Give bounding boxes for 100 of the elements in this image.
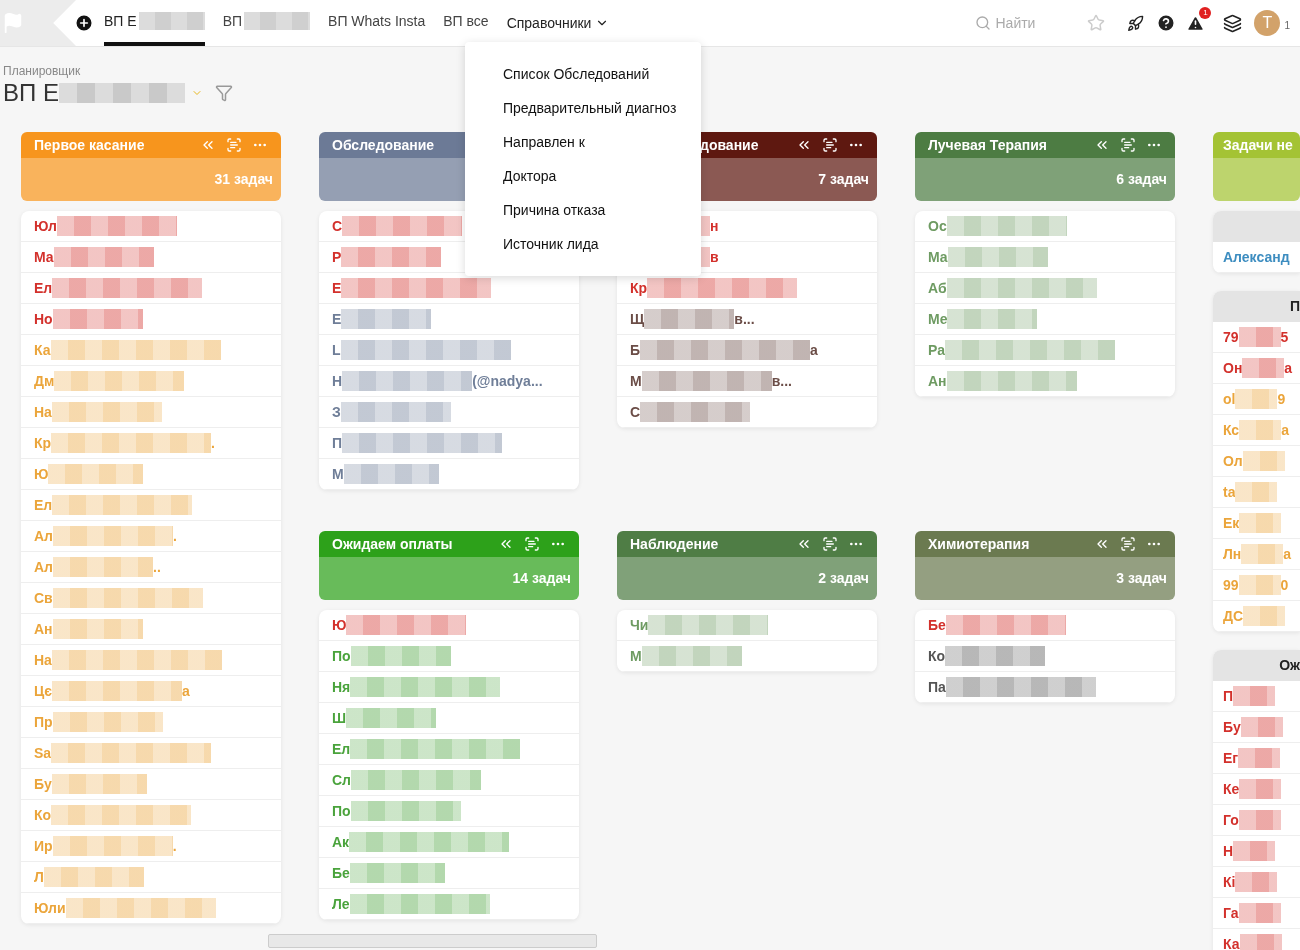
task-name[interactable]: Ш (332, 707, 347, 729)
task-name[interactable]: а (1284, 357, 1293, 379)
task-name[interactable]: М (630, 645, 642, 667)
task-name[interactable]: Бе (332, 862, 350, 884)
task-name[interactable]: . (172, 835, 177, 857)
task-name[interactable]: П (332, 432, 343, 454)
task-name[interactable]: 9 (1277, 388, 1286, 410)
task-name[interactable]: Ра (928, 339, 945, 361)
task-name[interactable]: З (332, 401, 341, 423)
task-name[interactable]: ta (1223, 481, 1236, 503)
help-icon[interactable] (1156, 13, 1177, 33)
task-name[interactable]: Ел (332, 738, 351, 760)
add-icon[interactable] (74, 13, 94, 33)
task-name[interactable]: в... (771, 370, 792, 392)
task-name[interactable]: 0 (1280, 574, 1289, 596)
task-name[interactable]: Ка (1223, 933, 1240, 950)
task-name[interactable]: М (630, 370, 642, 392)
task-name[interactable]: Па (928, 676, 946, 698)
menu-item[interactable]: Направлен к (465, 125, 701, 159)
task-name[interactable]: Кр (34, 432, 52, 454)
task-name[interactable]: Ме (928, 308, 948, 330)
task-name[interactable]: Ан (34, 618, 53, 640)
task-name[interactable]: Пр (34, 711, 53, 733)
task-name[interactable]: в (710, 246, 719, 268)
task-name[interactable]: Ю (34, 463, 49, 485)
task-name[interactable]: ДС (1223, 605, 1244, 627)
task-name[interactable]: 5 (1280, 326, 1289, 348)
task-name[interactable]: Кс (1223, 419, 1240, 441)
task-name[interactable]: . (173, 525, 177, 547)
task-name[interactable]: Ал (34, 525, 53, 547)
task-name[interactable]: Бу (1223, 716, 1241, 738)
task-name[interactable]: Он (1223, 357, 1243, 379)
tab[interactable]: ВП все (443, 0, 489, 46)
task-name[interactable]: а (181, 680, 190, 702)
task-name[interactable]: Щ (630, 308, 645, 330)
task-name[interactable]: Ир (34, 835, 53, 857)
task-name[interactable]: По (332, 800, 351, 822)
task-name[interactable]: Ке (1223, 778, 1240, 800)
task-name[interactable]: Ег (1223, 747, 1239, 769)
task-name[interactable]: Ек (1223, 512, 1240, 534)
task-name[interactable]: Ко (928, 645, 946, 667)
task-name[interactable]: Ал (34, 556, 53, 578)
task-name[interactable]: . (211, 432, 215, 454)
task-name[interactable]: Ма (34, 246, 54, 268)
task-name[interactable]: Го (1223, 809, 1239, 831)
task-name[interactable]: Бе (928, 614, 946, 636)
task-name[interactable]: в... (734, 308, 755, 330)
task-name[interactable]: М (332, 463, 344, 485)
task-name[interactable]: С (630, 401, 641, 423)
task-name[interactable]: 79 (1223, 326, 1239, 348)
task-name[interactable]: Но (34, 308, 53, 330)
menu-button[interactable]: Справочники (506, 0, 610, 46)
task-name[interactable]: Ел (34, 494, 53, 516)
menu-item[interactable]: Список Обследований (465, 57, 701, 91)
task-name[interactable]: Юли (34, 897, 66, 919)
task-name[interactable]: Кр (630, 277, 648, 299)
task-name[interactable]: Юл (34, 215, 57, 237)
task-name[interactable]: Е (332, 308, 342, 330)
task-name[interactable]: Ол (1223, 450, 1243, 472)
search-field[interactable]: Найти (975, 12, 1036, 34)
star-icon[interactable] (1087, 14, 1106, 32)
task-name[interactable]: а (1281, 419, 1289, 441)
task-name[interactable]: Ле (332, 893, 350, 915)
scan-icon[interactable] (822, 137, 838, 153)
task-name[interactable]: Цє (34, 680, 52, 702)
task-name[interactable]: L (332, 339, 341, 361)
task-name[interactable]: На (34, 649, 52, 671)
menu-item[interactable]: Источник лида (465, 227, 701, 261)
avatar[interactable]: T (1254, 10, 1281, 36)
task-name[interactable]: Ко (34, 804, 52, 826)
task-name[interactable]: (@nadya... (472, 370, 543, 392)
menu-item[interactable]: Причина отказа (465, 193, 701, 227)
task-name[interactable]: Аб (928, 277, 947, 299)
scrollbar-thumb[interactable] (268, 934, 597, 948)
task-name[interactable]: оl (1223, 388, 1236, 410)
task-name[interactable]: Сл (332, 769, 351, 791)
task-name[interactable]: а (810, 339, 818, 361)
rocket-icon[interactable] (1127, 14, 1145, 32)
tab[interactable]: ВП (222, 0, 311, 46)
task-name[interactable]: Лн (1223, 543, 1242, 565)
task-name[interactable]: а (1283, 543, 1292, 565)
logo-tile[interactable] (0, 0, 76, 46)
task-name[interactable]: С (332, 215, 343, 237)
tab[interactable]: ВП Е (104, 0, 205, 46)
tab[interactable]: ВП Whats Insta (328, 0, 426, 46)
task-name[interactable]: Ос (928, 215, 947, 237)
task-name[interactable]: П (1223, 685, 1234, 707)
task-name[interactable]: Чи (630, 614, 649, 636)
task-name[interactable]: Ня (332, 676, 351, 698)
task-name[interactable]: Ма (928, 246, 948, 268)
task-name[interactable]: 99 (1223, 574, 1239, 596)
task-name[interactable]: Ю (332, 614, 347, 636)
task-name[interactable]: Св (34, 587, 53, 609)
task-name[interactable]: Александ (1223, 246, 1290, 268)
task-name[interactable]: Ан (928, 370, 947, 392)
task-name[interactable]: Га (1223, 902, 1239, 924)
task-name[interactable]: Бу (34, 773, 52, 795)
layers-icon[interactable] (1223, 13, 1243, 33)
task-name[interactable]: н (710, 215, 719, 237)
task-name[interactable]: Кі (1223, 871, 1236, 893)
